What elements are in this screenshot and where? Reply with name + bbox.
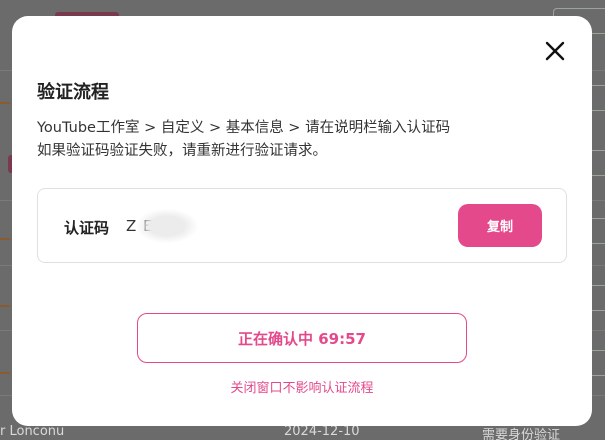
close-button[interactable]	[542, 38, 568, 64]
background-bottom-row: r Lonconu 2024-12-10 需要身份验证	[0, 424, 605, 440]
bottom-row-status: 需要身份验证	[482, 428, 561, 440]
watermark-text: 公众号 · 路途跨境	[452, 409, 556, 424]
description-line-2: 如果验证码验证失败，请重新进行验证请求。	[37, 143, 327, 159]
wechat-icon	[428, 407, 446, 421]
modal-title: 验证流程	[37, 82, 109, 103]
close-icon	[545, 41, 565, 61]
copy-button[interactable]: 复制	[458, 204, 542, 247]
modal-description: YouTube工作室 > 自定义 > 基本信息 > 请在说明栏输入认证码 如果验…	[37, 117, 557, 163]
table-link[interactable]	[0, 238, 10, 240]
bottom-row-link[interactable]: r Lonconu	[0, 424, 64, 439]
verification-modal: 验证流程 YouTube工作室 > 自定义 > 基本信息 > 请在说明栏输入认证…	[12, 16, 592, 426]
description-line-1: YouTube工作室 > 自定义 > 基本信息 > 请在说明栏输入认证码	[37, 120, 451, 136]
table-link[interactable]	[0, 372, 10, 374]
confirming-countdown-button[interactable]: 正在确认中 69:57	[137, 313, 467, 363]
table-link[interactable]	[0, 305, 10, 307]
verification-code-box: 认证码 Z EB 复制	[37, 188, 567, 263]
watermark: 公众号 · 路途跨境	[428, 405, 555, 424]
code-blur-mask	[136, 209, 198, 243]
code-label: 认证码	[64, 219, 110, 237]
close-window-note: 关闭窗口不影响认证流程	[230, 381, 374, 396]
bottom-row-date: 2024-12-10	[284, 424, 360, 439]
table-link[interactable]	[0, 102, 10, 104]
